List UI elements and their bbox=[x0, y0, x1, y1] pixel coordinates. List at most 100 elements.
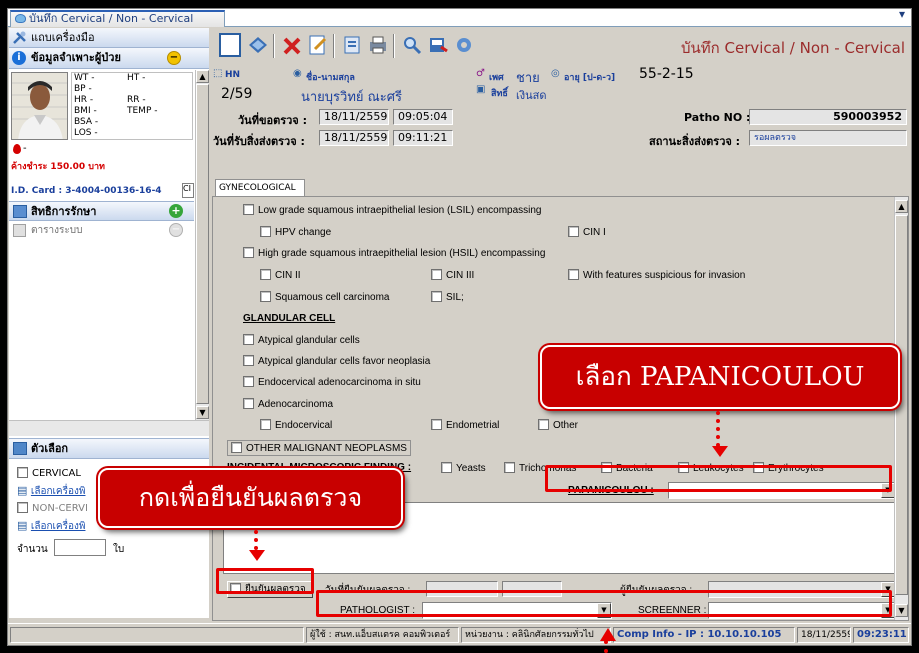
rights-badge-icon: ▣ bbox=[476, 84, 486, 95]
sex-icon: ♂ bbox=[476, 68, 485, 79]
person-icon: ◉ bbox=[293, 68, 302, 79]
vital-rr: RR - bbox=[127, 95, 146, 105]
select-papanicoulou-callout: เลือก PAPANICOULOU bbox=[540, 345, 900, 409]
add-icon[interactable]: + bbox=[169, 204, 183, 218]
request-date-label: วันที่ขอตรวจ : bbox=[238, 114, 307, 127]
agc-neoplasia-option[interactable]: Atypical glandular cells favor neoplasia bbox=[243, 355, 430, 367]
receive-date-label: วันที่รับสิ่งส่งตรวจ : bbox=[213, 135, 305, 148]
search-icon[interactable] bbox=[401, 33, 423, 57]
status-date: 18/11/2559 bbox=[797, 627, 851, 643]
cin1-option[interactable]: CIN I bbox=[568, 226, 606, 238]
rights-header[interactable]: สิทธิการรักษา + bbox=[9, 201, 194, 221]
non-cervical-checkbox[interactable] bbox=[17, 502, 28, 513]
attach-icon[interactable] bbox=[341, 33, 363, 57]
non-cervical-option[interactable]: NON-CERVI bbox=[17, 502, 88, 514]
vital-temp: TEMP - bbox=[127, 106, 158, 116]
scroll-thumb[interactable] bbox=[196, 84, 209, 404]
status-user: ผู้ใช้ : สนท.แอ็บสแตรค คอมพิวเตอร์ bbox=[306, 627, 459, 643]
status-bar: ผู้ใช้ : สนท.แอ็บสแตรค คอมพิวเตอร์ หน่วย… bbox=[8, 623, 911, 645]
scroll-down-icon[interactable]: ▼ bbox=[196, 406, 209, 419]
scc-option[interactable]: Squamous cell carcinoma bbox=[260, 291, 390, 303]
left-hscroll[interactable] bbox=[9, 420, 209, 436]
receive-time-field[interactable]: 09:11:21 bbox=[393, 130, 453, 146]
receive-date-field[interactable]: 18/11/2559 bbox=[319, 130, 389, 146]
document-tab-icon bbox=[15, 14, 26, 23]
cervical-option[interactable]: CERVICAL bbox=[17, 467, 81, 479]
scroll-up-icon[interactable]: ▲ bbox=[196, 70, 209, 83]
vitals-panel: WT - BP - HR - BMI - BSA - LOS - HT - RR… bbox=[71, 72, 193, 140]
other-malignant-option[interactable]: OTHER MALIGNANT NEOPLASMS bbox=[227, 440, 411, 456]
export-icon[interactable] bbox=[427, 33, 449, 57]
left-scrollbar[interactable]: ▲ ▼ bbox=[195, 70, 209, 420]
collapse-icon[interactable]: − bbox=[167, 51, 181, 65]
count-label: จำนวน bbox=[17, 544, 48, 555]
other-option[interactable]: Other bbox=[538, 419, 578, 431]
count-input[interactable] bbox=[54, 539, 106, 556]
adenocarcinoma-option[interactable]: Adenocarcinoma bbox=[243, 398, 333, 410]
ais-option[interactable]: Endocervical adenocarcinoma in situ bbox=[243, 376, 421, 388]
remove-icon[interactable]: − bbox=[169, 223, 183, 237]
confirm-highlight bbox=[216, 568, 314, 594]
options-header[interactable]: ตัวเลือก bbox=[9, 439, 209, 459]
print-icon[interactable] bbox=[367, 33, 389, 57]
settings-icon[interactable] bbox=[453, 33, 475, 57]
tab-label: บันทึก Cervical / Non - Cervical bbox=[29, 12, 194, 25]
endometrial-option[interactable]: Endometrial bbox=[431, 419, 499, 431]
options-title: ตัวเลือก bbox=[31, 442, 69, 455]
patient-photo bbox=[11, 72, 68, 140]
hn-value: 2/59 bbox=[221, 86, 253, 102]
age-label: อายุ [ป-ด-ว] bbox=[564, 73, 616, 83]
hn-label: HN bbox=[225, 70, 241, 80]
endocervical-option[interactable]: Endocervical bbox=[260, 419, 332, 431]
system-table-icon bbox=[13, 224, 26, 237]
name-label: ชื่อ-นามสกุล bbox=[306, 73, 355, 83]
hsil-option[interactable]: High grade squamous intraepithelial lesi… bbox=[243, 247, 545, 259]
hpv-option[interactable]: HPV change bbox=[260, 226, 331, 238]
tab-menu-icon[interactable]: ▾ bbox=[899, 9, 905, 21]
id-card-button[interactable]: CI bbox=[182, 183, 194, 198]
patho-number[interactable]: 590003952 bbox=[749, 109, 907, 125]
cin3-option[interactable]: CIN III bbox=[431, 269, 474, 281]
rights-label: สิทธิ์ bbox=[491, 89, 508, 99]
rights-item[interactable]: ตารางระบบ − bbox=[9, 222, 194, 240]
tab-gynecological[interactable]: GYNECOLOGICAL bbox=[215, 179, 305, 197]
printer-icon: ▤ bbox=[17, 484, 28, 497]
new-document-icon[interactable] bbox=[219, 33, 241, 57]
status-time: 09:23:11 bbox=[853, 627, 909, 643]
request-date-field[interactable]: 18/11/2559 bbox=[319, 109, 389, 125]
rights-value: เงินสด bbox=[516, 89, 547, 102]
status-blank bbox=[10, 627, 304, 643]
scroll-up-icon[interactable]: ▲ bbox=[895, 200, 908, 213]
glandular-cell-heading: GLANDULAR CELL bbox=[243, 313, 336, 324]
rights-icon bbox=[13, 205, 27, 218]
yeasts-option[interactable]: Yeasts bbox=[441, 462, 486, 474]
request-time-field[interactable]: 09:05:04 bbox=[393, 109, 453, 125]
status-unit: หน่วยงาน : คลินิกศัลยกรรมทั่วไป bbox=[461, 627, 611, 643]
invasion-option[interactable]: With features suspicious for invasion bbox=[568, 269, 745, 281]
patient-info-header[interactable]: i ข้อมูลจำเพาะผู้ป่วย − bbox=[9, 48, 209, 69]
print-select-2[interactable]: ▤ เลือกเครื่องพิ bbox=[17, 519, 85, 534]
scroll-down-icon[interactable]: ▼ bbox=[895, 604, 908, 617]
toolbar-toggle[interactable]: แถบเครื่องมือ bbox=[9, 28, 209, 48]
agc-option[interactable]: Atypical glandular cells bbox=[243, 334, 360, 346]
delete-icon[interactable] bbox=[281, 33, 303, 57]
vital-ht: HT - bbox=[127, 73, 146, 83]
lsil-option[interactable]: Low grade squamous intraepithelial lesio… bbox=[243, 204, 542, 216]
patho-label: Patho NO : bbox=[684, 111, 751, 124]
tab-cervical-record[interactable]: บันทึก Cervical / Non - Cervical bbox=[10, 10, 225, 27]
edit-icon[interactable] bbox=[307, 33, 329, 57]
print-select-1[interactable]: ▤ เลือกเครื่องพิ bbox=[17, 484, 85, 499]
callout-arrow bbox=[604, 640, 614, 653]
vital-wt: WT - bbox=[74, 73, 95, 83]
sex-label: เพศ bbox=[489, 73, 504, 83]
age-icon: ◎ bbox=[551, 68, 560, 79]
cin2-option[interactable]: CIN II bbox=[260, 269, 301, 281]
count-unit: ใบ bbox=[113, 544, 125, 555]
form-scrollbar[interactable]: ▲ ▼ bbox=[894, 197, 908, 620]
sil-option[interactable]: SIL; bbox=[431, 291, 464, 303]
save-icon[interactable] bbox=[247, 33, 269, 57]
press-confirm-callout: กดเพื่อยืนยันผลตรวจ bbox=[98, 468, 403, 528]
cervical-checkbox[interactable] bbox=[17, 467, 28, 478]
patient-header: ⬚ HN 2/59 ◉ ชื่อ-นามสกุล นายบุรวิทย์ ณะศ… bbox=[211, 66, 911, 178]
document-tab-bar: บันทึก Cervical / Non - Cervical ▾ bbox=[8, 9, 911, 27]
